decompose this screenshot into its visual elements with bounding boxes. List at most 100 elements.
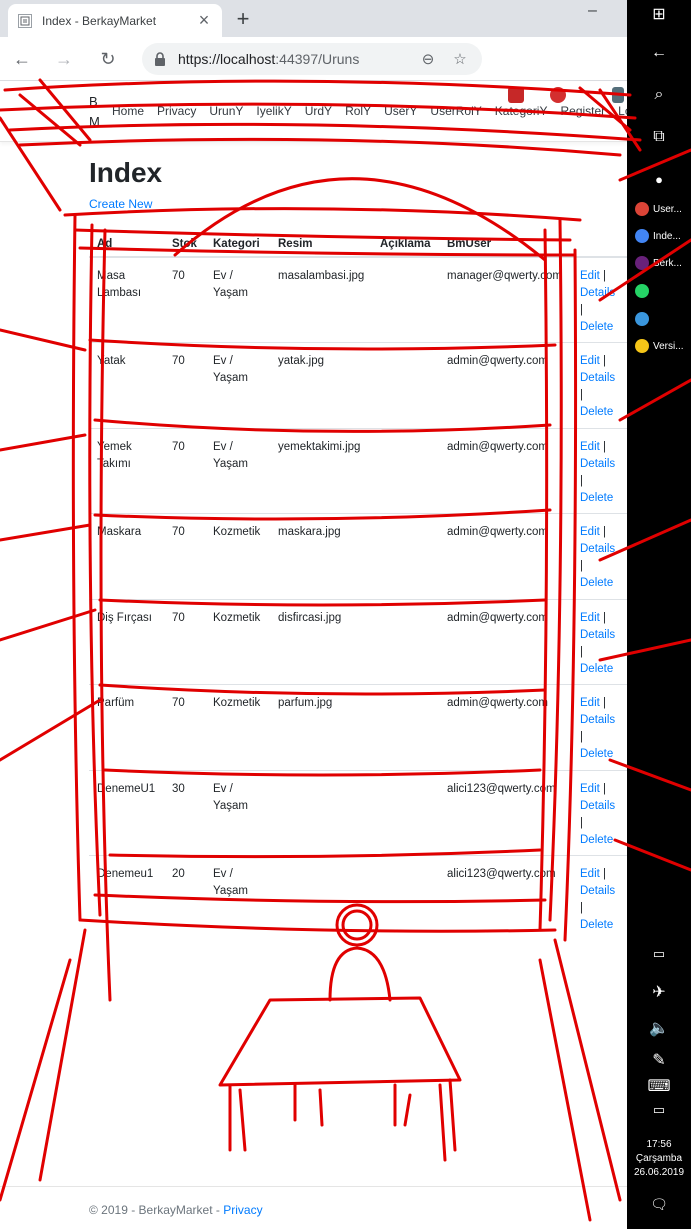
- new-tab-icon[interactable]: +: [233, 6, 253, 32]
- app-pinned-icon[interactable]: ●: [627, 172, 691, 187]
- nav-privacy[interactable]: Privacy: [157, 104, 196, 118]
- nav-uruny[interactable]: UrunY: [209, 104, 243, 118]
- header-actions: [572, 229, 627, 258]
- back-icon[interactable]: ←: [627, 44, 691, 62]
- windows-start-icon[interactable]: ⊞: [627, 4, 691, 24]
- nav-urdy[interactable]: UrdY: [305, 104, 332, 118]
- brand-logo[interactable]: B M: [89, 92, 103, 132]
- reload-icon[interactable]: ↻: [96, 47, 120, 71]
- edit-link[interactable]: Edit: [580, 441, 600, 453]
- battery-icon[interactable]: ▭: [627, 946, 691, 962]
- header-kategori: Kategori: [205, 229, 270, 258]
- airplane-mode-icon[interactable]: ✈: [627, 982, 691, 1002]
- cell-bmuser: alici123@qwerty.com: [439, 855, 572, 941]
- edit-link[interactable]: Edit: [580, 612, 600, 624]
- task-view-icon[interactable]: ⧉: [627, 128, 691, 146]
- delete-link[interactable]: Delete: [580, 319, 627, 336]
- nav-roly[interactable]: RolY: [345, 104, 371, 118]
- details-link[interactable]: Details: [580, 712, 627, 729]
- delete-link[interactable]: Delete: [580, 832, 627, 849]
- edit-link[interactable]: Edit: [580, 355, 600, 367]
- taskbar-app[interactable]: Versi...: [627, 339, 691, 353]
- table-row: Parfüm 70 Kozmetik parfum.jpg admin@qwerty.c…: [89, 684, 627, 770]
- forward-arrow-icon[interactable]: →: [52, 47, 76, 71]
- delete-link[interactable]: Delete: [580, 575, 627, 592]
- keyboard-icon[interactable]: ⌨: [627, 1076, 691, 1096]
- edit-link[interactable]: Edit: [580, 270, 600, 282]
- header-ad: Ad: [89, 229, 164, 258]
- details-link[interactable]: Details: [580, 541, 627, 558]
- cell-resim: maskara.jpg: [270, 513, 372, 599]
- minimize-window-icon[interactable]: –: [588, 2, 597, 20]
- bookmark-star-icon[interactable]: ☆: [450, 49, 470, 69]
- cell-bmuser: alici123@qwerty.com: [439, 769, 572, 856]
- separator: |: [603, 440, 607, 453]
- delete-link[interactable]: Delete: [580, 661, 627, 678]
- nav-links: Home Privacy UrunY IyelikY UrdY RolY Use…: [112, 104, 661, 118]
- delete-link[interactable]: Delete: [580, 917, 627, 934]
- edit-link[interactable]: Edit: [580, 697, 600, 709]
- separator: |: [580, 645, 583, 658]
- cell-stok: 70: [164, 513, 205, 599]
- cell-kategori: Kozmetik: [205, 513, 270, 599]
- details-link[interactable]: Details: [580, 285, 627, 302]
- edit-link[interactable]: Edit: [580, 526, 600, 538]
- separator: |: [580, 389, 583, 401]
- cell-kategori: Ev / Yaşam: [205, 855, 270, 941]
- pen-icon[interactable]: ✎: [627, 1050, 691, 1070]
- cell-stok: 70: [164, 684, 205, 770]
- taskbar-app[interactable]: Inde...: [627, 229, 691, 243]
- taskbar-app[interactable]: Berk...: [627, 256, 691, 270]
- delete-link[interactable]: Delete: [580, 404, 627, 421]
- table-row: Yemek Takımı 70 Ev / Yaşam yemektakimi.jpg a…: [89, 427, 627, 514]
- cell-aciklama: [372, 513, 439, 599]
- footer-privacy-link[interactable]: Privacy: [223, 1203, 262, 1217]
- search-icon[interactable]: ⌕: [627, 86, 691, 104]
- details-link[interactable]: Details: [580, 627, 627, 644]
- app-icon: [635, 284, 649, 298]
- footer-copyright: © 2019 - BerkayMarket -: [89, 1203, 224, 1217]
- table-row: Diş Fırçası 70 Kozmetik disfircasi.jpg admin…: [89, 598, 627, 685]
- taskbar-clock[interactable]: 17:56 Çarşamba 26.06.2019: [627, 1138, 691, 1180]
- cell-bmuser: admin@qwerty.com: [439, 598, 572, 685]
- notification-center-icon[interactable]: 🗨: [627, 1196, 691, 1213]
- cell-ad: Maskara: [89, 513, 164, 599]
- cell-kategori: Ev / Yaşam: [205, 769, 270, 856]
- nav-home[interactable]: Home: [112, 104, 144, 118]
- back-arrow-icon[interactable]: ←: [10, 47, 34, 71]
- details-link[interactable]: Details: [580, 456, 627, 473]
- taskbar-app[interactable]: [627, 284, 691, 298]
- cell-ad: Masa Lambası: [89, 256, 164, 343]
- nav-usery[interactable]: UserY: [384, 104, 417, 118]
- nav-kategoriy[interactable]: KategoriY: [495, 104, 548, 118]
- details-link[interactable]: Details: [580, 883, 627, 900]
- cell-kategori: Ev / Yaşam: [205, 342, 270, 428]
- details-link[interactable]: Details: [580, 370, 627, 387]
- details-link[interactable]: Details: [580, 798, 627, 815]
- cell-resim: disfircasi.jpg: [270, 598, 372, 685]
- create-new-link[interactable]: Create New: [89, 197, 152, 211]
- address-bar[interactable]: https://localhost:44397/Uruns ⊖ ☆: [142, 43, 482, 75]
- page-favicon-icon: [18, 13, 32, 28]
- taskbar-app[interactable]: User...: [627, 202, 691, 216]
- nav-userroly[interactable]: UserRolY: [430, 104, 481, 118]
- clock-day: Çarşamba: [635, 1153, 683, 1164]
- taskbar-app[interactable]: [627, 312, 691, 326]
- delete-link[interactable]: Delete: [580, 746, 627, 763]
- app-icon: [635, 256, 649, 270]
- touchpad-icon[interactable]: ▭: [627, 1102, 691, 1118]
- nav-iyeliky[interactable]: IyelikY: [256, 104, 291, 118]
- edit-link[interactable]: Edit: [580, 783, 600, 795]
- cell-kategori: Ev / Yaşam: [205, 427, 270, 514]
- taskbar-app-label: User...: [653, 203, 682, 215]
- close-tab-icon[interactable]: ×: [196, 10, 212, 31]
- nav-register[interactable]: Register: [560, 104, 605, 118]
- delete-link[interactable]: Delete: [580, 490, 627, 507]
- browser-tab[interactable]: Index - BerkayMarket ×: [8, 4, 222, 37]
- separator: |: [580, 474, 583, 487]
- volume-icon[interactable]: 🔈: [627, 1018, 691, 1038]
- table-row: Denemeu1 20 Ev / Yaşam alici123@qwerty.com E…: [89, 855, 627, 941]
- separator: |: [580, 902, 583, 914]
- zoom-icon[interactable]: ⊖: [418, 49, 438, 69]
- edit-link[interactable]: Edit: [580, 868, 600, 880]
